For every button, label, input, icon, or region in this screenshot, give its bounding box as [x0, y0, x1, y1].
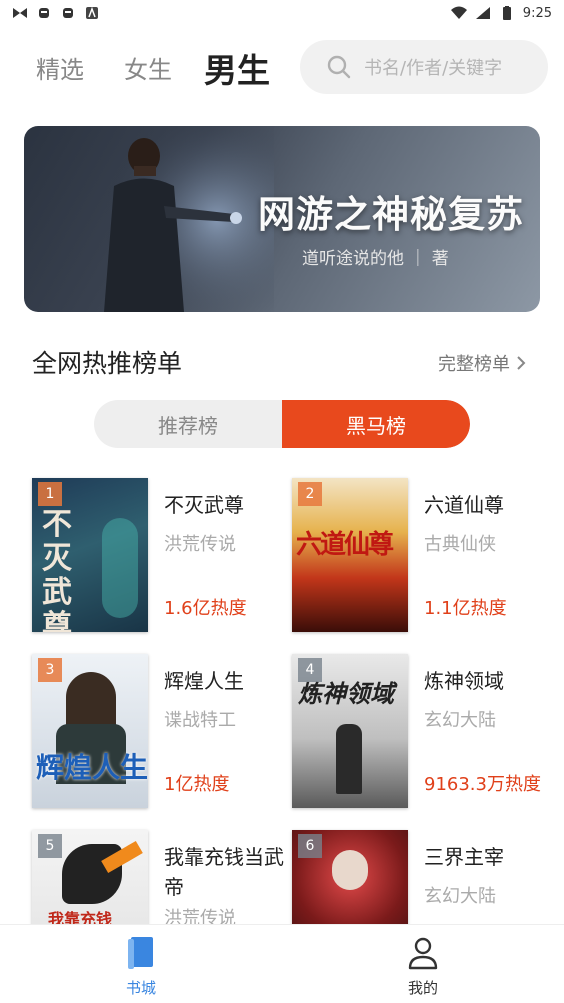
status-left [12, 6, 100, 20]
bug-icon [63, 8, 73, 18]
cover-title: 辉煌人生 [36, 751, 148, 784]
cover-title: 不灭武尊 [42, 507, 72, 633]
signal-icon [475, 7, 490, 19]
book-title: 六道仙尊 [424, 493, 504, 517]
book-genre: 古典仙侠 [424, 534, 496, 555]
status-right: 9:25 [450, 5, 552, 21]
cover-title: 六道仙尊 [296, 530, 394, 560]
tab-bookstore[interactable]: 书城 [81, 935, 201, 998]
cover-art [332, 850, 368, 890]
book-cover: 炼神领域 4 [292, 654, 408, 808]
user-icon [408, 937, 438, 970]
book-cover: 六道仙尊 2 [292, 478, 408, 632]
book-cover: 不灭武尊 1 [32, 478, 148, 632]
book-heat: 1.1亿热度 [424, 598, 507, 619]
banner-title: 网游之神秘复苏 [258, 192, 524, 236]
app-icon [86, 6, 98, 19]
book-title: 我靠充钱当武帝 [164, 845, 284, 899]
book-genre: 谍战特工 [164, 710, 236, 731]
section-title: 全网热推榜单 [32, 349, 183, 378]
tab-featured[interactable]: 精选 [36, 50, 84, 85]
cover-art [336, 724, 362, 794]
bottom-tab-bar: 书城 我的 [0, 924, 564, 1003]
tab-female[interactable]: 女生 [124, 50, 172, 85]
book-heat: 1亿热度 [164, 774, 230, 795]
chevron-right-icon [517, 356, 526, 370]
rank-badge: 3 [38, 658, 62, 682]
battery-icon [502, 6, 511, 20]
book-card[interactable]: 六道仙尊 2 六道仙尊 古典仙侠 1.1亿热度 [292, 478, 552, 632]
banner-author: 道听途说的他 ｜ 著 [302, 249, 449, 269]
status-time: 9:25 [522, 5, 552, 21]
tab-recommend-ranking[interactable]: 推荐榜 [94, 400, 282, 448]
tab-mine-label: 我的 [407, 979, 438, 997]
cover-art [102, 518, 138, 618]
tab-bookstore-label: 书城 [125, 979, 156, 997]
book-icon [128, 937, 153, 969]
book-genre: 玄幻大陆 [424, 886, 496, 907]
book-card[interactable]: 辉煌人生 3 辉煌人生 谍战特工 1亿热度 [32, 654, 292, 808]
book-title: 辉煌人生 [164, 669, 244, 693]
notification-icon [13, 8, 27, 18]
ranking-switch: 推荐榜 黑马榜 [94, 400, 470, 448]
book-card[interactable]: 炼神领域 4 炼神领域 玄幻大陆 9163.3万热度 [292, 654, 552, 808]
rank-badge: 5 [38, 834, 62, 858]
book-card[interactable]: 不灭武尊 1 不灭武尊 洪荒传说 1.6亿热度 [32, 478, 292, 632]
rank-badge: 2 [298, 482, 322, 506]
promo-banner[interactable]: 网游之神秘复苏 [24, 126, 540, 312]
status-bar: 9:25 [0, 0, 564, 26]
bug-icon [39, 8, 49, 18]
rank-badge: 4 [298, 658, 322, 682]
book-genre: 玄幻大陆 [424, 710, 496, 731]
full-ranking-link[interactable]: 完整榜单 [438, 350, 526, 376]
search-input[interactable]: 书名/作者/关键字 [300, 40, 548, 94]
book-title: 不灭武尊 [164, 493, 244, 517]
book-genre: 洪荒传说 [164, 534, 236, 555]
cover-art [66, 672, 116, 732]
rank-badge: 1 [38, 482, 62, 506]
top-nav: 精选 女生 男生 书名/作者/关键字 [0, 36, 564, 96]
book-cover: 辉煌人生 3 [32, 654, 148, 808]
search-icon [327, 55, 351, 79]
book-title: 三界主宰 [424, 845, 504, 869]
banner-character-art [84, 126, 274, 312]
book-heat: 9163.3万热度 [424, 774, 541, 795]
full-ranking-label: 完整榜单 [438, 354, 510, 375]
tab-male[interactable]: 男生 [204, 44, 270, 92]
tab-mine[interactable]: 我的 [363, 935, 483, 998]
book-heat: 1.6亿热度 [164, 598, 247, 619]
wifi-icon [450, 6, 467, 19]
rank-badge: 6 [298, 834, 322, 858]
tab-darkhorse-ranking[interactable]: 黑马榜 [282, 400, 470, 448]
search-placeholder: 书名/作者/关键字 [364, 58, 503, 79]
book-title: 炼神领域 [424, 669, 504, 693]
